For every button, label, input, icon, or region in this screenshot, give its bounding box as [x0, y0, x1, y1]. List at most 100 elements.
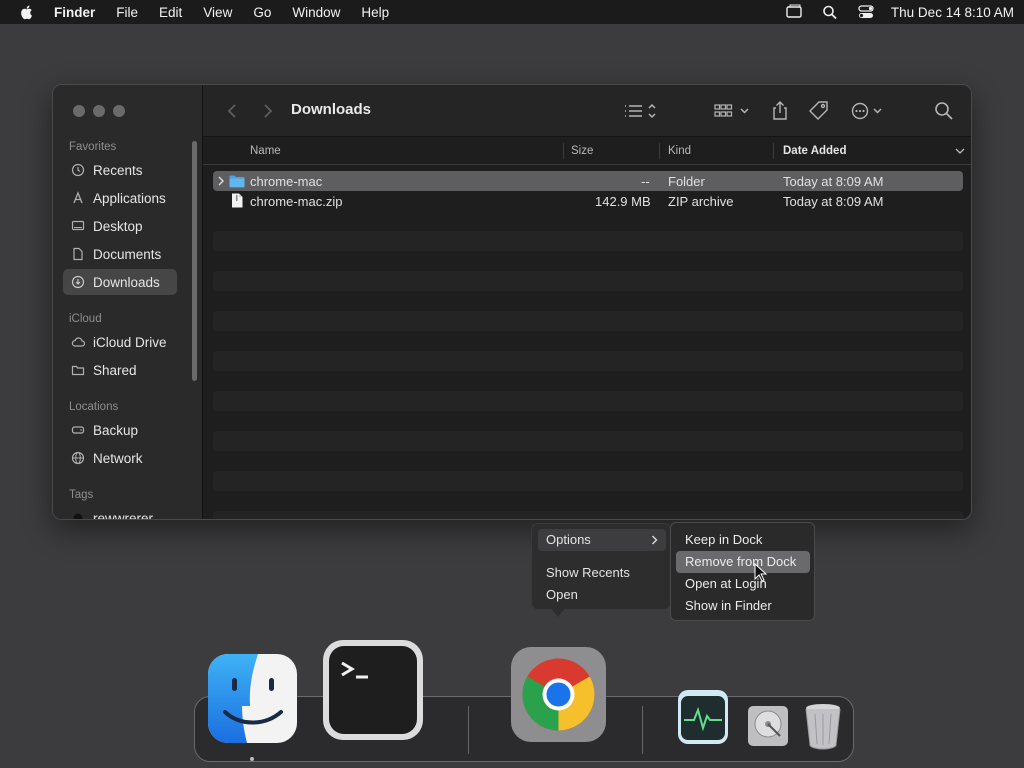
control-center-icon[interactable]: [857, 4, 875, 20]
sidebar-item-backup[interactable]: Backup: [63, 417, 177, 443]
zoom-button[interactable]: [113, 105, 125, 117]
column-kind[interactable]: Kind: [668, 145, 691, 157]
sidebar-section-favorites: Favorites: [69, 141, 117, 153]
menu-finder[interactable]: Finder: [54, 5, 95, 20]
sidebar-item-label: Network: [93, 450, 143, 466]
window-title: Downloads: [291, 101, 372, 118]
menu-window[interactable]: Window: [292, 5, 340, 20]
menu-item-remove-from-dock[interactable]: Remove from Dock: [676, 551, 810, 573]
sidebar-item-network[interactable]: Network: [63, 445, 177, 471]
menu-edit[interactable]: Edit: [159, 5, 182, 20]
sidebar-item-downloads[interactable]: Downloads: [63, 269, 177, 295]
file-date-added: Today at 8:09 AM: [783, 174, 884, 189]
sidebar-section-tags: Tags: [69, 489, 94, 501]
sidebar-item-tag[interactable]: rewwrerer: [63, 505, 177, 520]
menu-item-label: Options: [546, 532, 591, 547]
forward-chevron-icon[interactable]: [257, 101, 277, 121]
finder-window: Favorites Recents Applications Desktop D…: [52, 84, 972, 520]
folder-icon: [229, 175, 245, 188]
menu-pointer: [551, 608, 565, 617]
cloud-icon: [71, 337, 85, 347]
disclosure-chevron-icon[interactable]: [217, 176, 225, 186]
clock-icon: [71, 163, 85, 177]
screen-mirroring-icon[interactable]: [785, 4, 803, 20]
sidebar-item-applications[interactable]: Applications: [63, 185, 177, 211]
sidebar-item-label: Applications: [93, 190, 166, 206]
minimize-button[interactable]: [93, 105, 105, 117]
document-icon: [73, 247, 83, 261]
search-icon[interactable]: [933, 100, 955, 122]
chrome-icon[interactable]: [511, 647, 606, 742]
menu-view[interactable]: View: [203, 5, 232, 20]
menu-bar: Finder File Edit View Go Window Help Thu…: [0, 0, 1024, 24]
shared-folder-icon: [71, 365, 85, 376]
sidebar-item-documents[interactable]: Documents: [63, 241, 177, 267]
table-row[interactable]: chrome-mac -- Folder Today at 8:09 AM: [213, 171, 963, 191]
column-separator[interactable]: [773, 143, 774, 159]
sidebar-item-label: Backup: [93, 422, 139, 438]
drive-icon: [71, 426, 85, 434]
empty-row: [213, 471, 963, 491]
group-grid-icon[interactable]: [713, 100, 753, 122]
close-button[interactable]: [73, 105, 85, 117]
finder-icon[interactable]: [208, 654, 297, 743]
tag-dot-icon: [73, 513, 83, 519]
list-view-icon[interactable]: [623, 100, 661, 122]
column-date-added[interactable]: Date Added: [783, 145, 846, 157]
menu-item-open[interactable]: Open: [538, 584, 666, 606]
apple-icon[interactable]: [18, 3, 36, 21]
sidebar-item-label: Shared: [93, 362, 137, 378]
sidebar-item-label: Documents: [93, 246, 162, 262]
file-name: chrome-mac.zip: [250, 194, 343, 209]
empty-row: [213, 391, 963, 411]
column-separator[interactable]: [563, 143, 564, 159]
column-size[interactable]: Size: [571, 145, 593, 157]
sidebar-item-label: rewwrerer: [93, 510, 154, 520]
spotlight-search-icon[interactable]: [821, 4, 839, 20]
file-name: chrome-mac: [250, 174, 323, 189]
sidebar-item-label: iCloud Drive: [93, 334, 167, 350]
toolbar: Downloads: [203, 85, 971, 137]
menu-go[interactable]: Go: [253, 5, 271, 20]
sidebar-item-label: Downloads: [93, 274, 160, 290]
table-row[interactable]: chrome-mac.zip 142.9 MB ZIP archive Toda…: [213, 191, 963, 211]
submenu-chevron-icon: [652, 535, 658, 545]
empty-row: [213, 271, 963, 291]
sidebar-item-label: Recents: [93, 162, 143, 178]
dock-separator: [642, 706, 643, 754]
sidebar-scrollbar[interactable]: [192, 141, 197, 381]
menu-item-show-in-finder[interactable]: Show in Finder: [676, 595, 810, 617]
menu-item-options[interactable]: Options: [538, 529, 666, 551]
menu-item-show-recents[interactable]: Show Recents: [538, 562, 666, 584]
applications-icon: [73, 191, 83, 204]
sidebar-item-shared[interactable]: Shared: [63, 357, 177, 383]
tag-icon[interactable]: [807, 100, 831, 122]
disk-utility-icon[interactable]: [744, 700, 792, 750]
menu-item-open-at-login[interactable]: Open at Login: [676, 573, 810, 595]
desktop-icon: [71, 220, 85, 231]
column-separator[interactable]: [659, 143, 660, 159]
column-name[interactable]: Name: [250, 145, 281, 157]
sidebar-item-label: Desktop: [93, 218, 143, 234]
terminal-icon[interactable]: [322, 639, 424, 741]
menubar-clock[interactable]: Thu Dec 14 8:10 AM: [891, 5, 1014, 20]
share-icon[interactable]: [769, 100, 791, 122]
menu-file[interactable]: File: [116, 5, 138, 20]
running-indicator: [250, 757, 254, 761]
back-chevron-icon[interactable]: [223, 101, 243, 121]
sidebar-item-desktop[interactable]: Desktop: [63, 213, 177, 239]
file-size: 142.9 MB: [595, 194, 651, 209]
menu-item-keep-in-dock[interactable]: Keep in Dock: [676, 529, 810, 551]
more-actions-icon[interactable]: [849, 100, 889, 122]
sort-chevron-down-icon[interactable]: [955, 147, 965, 155]
sidebar-item-recents[interactable]: Recents: [63, 157, 177, 183]
activity-monitor-icon[interactable]: [676, 688, 730, 746]
empty-row: [213, 511, 963, 519]
file-date-added: Today at 8:09 AM: [783, 194, 884, 209]
zip-file-icon: [232, 193, 243, 208]
file-size: --: [641, 174, 650, 189]
trash-icon[interactable]: [800, 700, 846, 750]
sidebar-item-icloud-drive[interactable]: iCloud Drive: [63, 329, 177, 355]
menu-help[interactable]: Help: [361, 5, 389, 20]
globe-icon: [71, 451, 85, 465]
